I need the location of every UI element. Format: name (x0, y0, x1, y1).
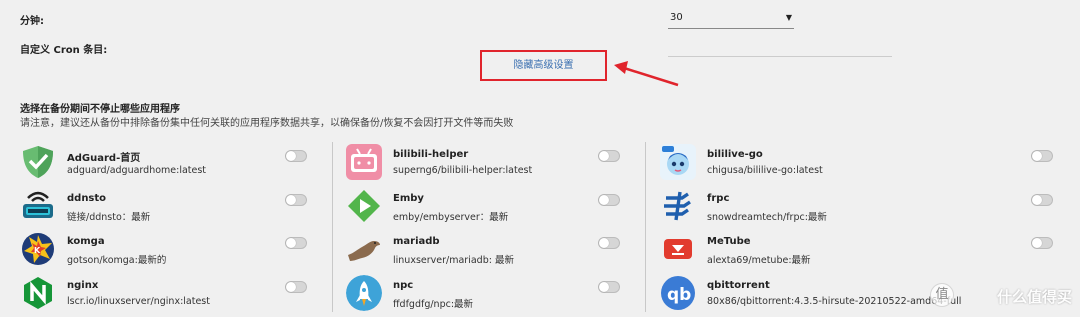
komga-icon: K (20, 231, 56, 267)
minutes-label: 分钟: (20, 16, 44, 27)
app-toggle[interactable] (1031, 150, 1053, 162)
app-image: ffdfgdfg/npc:最新 (393, 299, 474, 310)
minutes-value: 30 (670, 12, 683, 23)
app-toggle[interactable] (285, 150, 307, 162)
bililive-avatar-icon (660, 144, 696, 180)
app-name: mariadb (393, 236, 440, 247)
chevron-down-icon: ▼ (785, 13, 792, 22)
app-image: gotson/komga:最新的 (67, 255, 167, 266)
app-name: MeTube (707, 236, 751, 247)
app-image: lscr.io/linuxserver/nginx:latest (67, 296, 210, 307)
frpc-icon (660, 188, 696, 224)
app-toggle[interactable] (598, 150, 620, 162)
svg-text:K: K (34, 246, 41, 255)
app-name: nginx (67, 280, 99, 291)
app-name: frpc (707, 193, 730, 204)
app-image: linuxserver/mariadb: 最新 (393, 255, 514, 266)
app-name: Emby (393, 193, 424, 204)
app-item-nginx: nginx lscr.io/linuxserver/nginx:latest (20, 273, 320, 315)
app-item-bilibili-helper: bilibili-helper superng6/bilibili-helper… (346, 142, 646, 184)
app-item-bililive-go: bililive-go chigusa/bililive-go:latest (660, 142, 1053, 184)
app-image: adguard/adguardhome:latest (67, 165, 207, 176)
app-toggle[interactable] (285, 237, 307, 249)
apps-section-description: 请注意，建议还从备份中排除备份集中任何关联的应用程序数据共享，以确保备份/恢复不… (20, 118, 514, 129)
app-image: emby/embyserver：最新 (393, 212, 509, 223)
cron-label: 自定义 Cron 条目: (20, 45, 108, 56)
annotation-arrow-icon (614, 61, 679, 87)
app-item-komga: K komga gotson/komga:最新的 (20, 229, 320, 271)
app-item-qbittorrent: qb qbittorrent 80x86/qbittorrent:4.3.5-h… (660, 273, 962, 315)
app-name: komga (67, 236, 105, 247)
app-item-emby: Emby emby/embyserver：最新 (346, 186, 646, 228)
app-item-ddnsto: ddnsto 链接/ddnsto：最新 (20, 186, 320, 228)
app-item-metube: MeTube alexta69/metube:最新 (660, 229, 1053, 271)
column-divider (332, 142, 333, 312)
app-name: bililive-go (707, 149, 763, 160)
ddnsto-router-icon (20, 188, 56, 224)
app-toggle[interactable] (285, 281, 307, 293)
app-name: ddnsto (67, 193, 107, 204)
minutes-select[interactable]: 30 ▼ (668, 8, 794, 29)
watermark-text: 什么值得买 (996, 288, 1072, 306)
app-toggle[interactable] (285, 194, 307, 206)
app-toggle[interactable] (598, 281, 620, 293)
app-item-mariadb: mariadb linuxserver/mariadb: 最新 (346, 229, 646, 271)
svg-text:qb: qb (667, 285, 691, 305)
app-name: qbittorrent (707, 280, 770, 291)
app-image: 链接/ddnsto：最新 (67, 212, 151, 223)
cron-input[interactable] (668, 40, 892, 57)
app-image: 80x86/qbittorrent:4.3.5-hirsute-20210522… (707, 296, 962, 307)
emby-play-icon (346, 188, 382, 224)
watermark-logo-icon: 值 (930, 283, 954, 307)
app-toggle[interactable] (598, 194, 620, 206)
npc-rocket-icon (346, 275, 382, 311)
app-image: chigusa/bililive-go:latest (707, 165, 823, 176)
app-item-frpc: frpc snowdreamtech/frpc:最新 (660, 186, 1053, 228)
app-name: npc (393, 280, 414, 291)
app-name: bilibili-helper (393, 149, 469, 160)
mariadb-seal-icon (346, 231, 382, 267)
app-image: alexta69/metube:最新 (707, 255, 811, 266)
nginx-icon (20, 275, 56, 311)
qbittorrent-icon: qb (660, 275, 696, 311)
bilibili-tv-icon (346, 144, 382, 180)
app-name: AdGuard-首页 (67, 153, 141, 164)
metube-download-icon (660, 231, 696, 267)
app-item-npc: npc ffdfgdfg/npc:最新 (346, 273, 646, 315)
app-image: snowdreamtech/frpc:最新 (707, 212, 827, 223)
app-toggle[interactable] (598, 237, 620, 249)
adguard-shield-icon (20, 144, 56, 180)
app-image: superng6/bilibili-helper:latest (393, 165, 533, 176)
apps-section-title: 选择在备份期间不停止哪些应用程序 (20, 104, 180, 115)
app-item-adguard: AdGuard-首页 adguard/adguardhome:latest (20, 142, 320, 184)
app-toggle[interactable] (1031, 194, 1053, 206)
hide-advanced-settings-link[interactable]: 隐藏高级设置 (480, 50, 607, 81)
app-toggle[interactable] (1031, 237, 1053, 249)
